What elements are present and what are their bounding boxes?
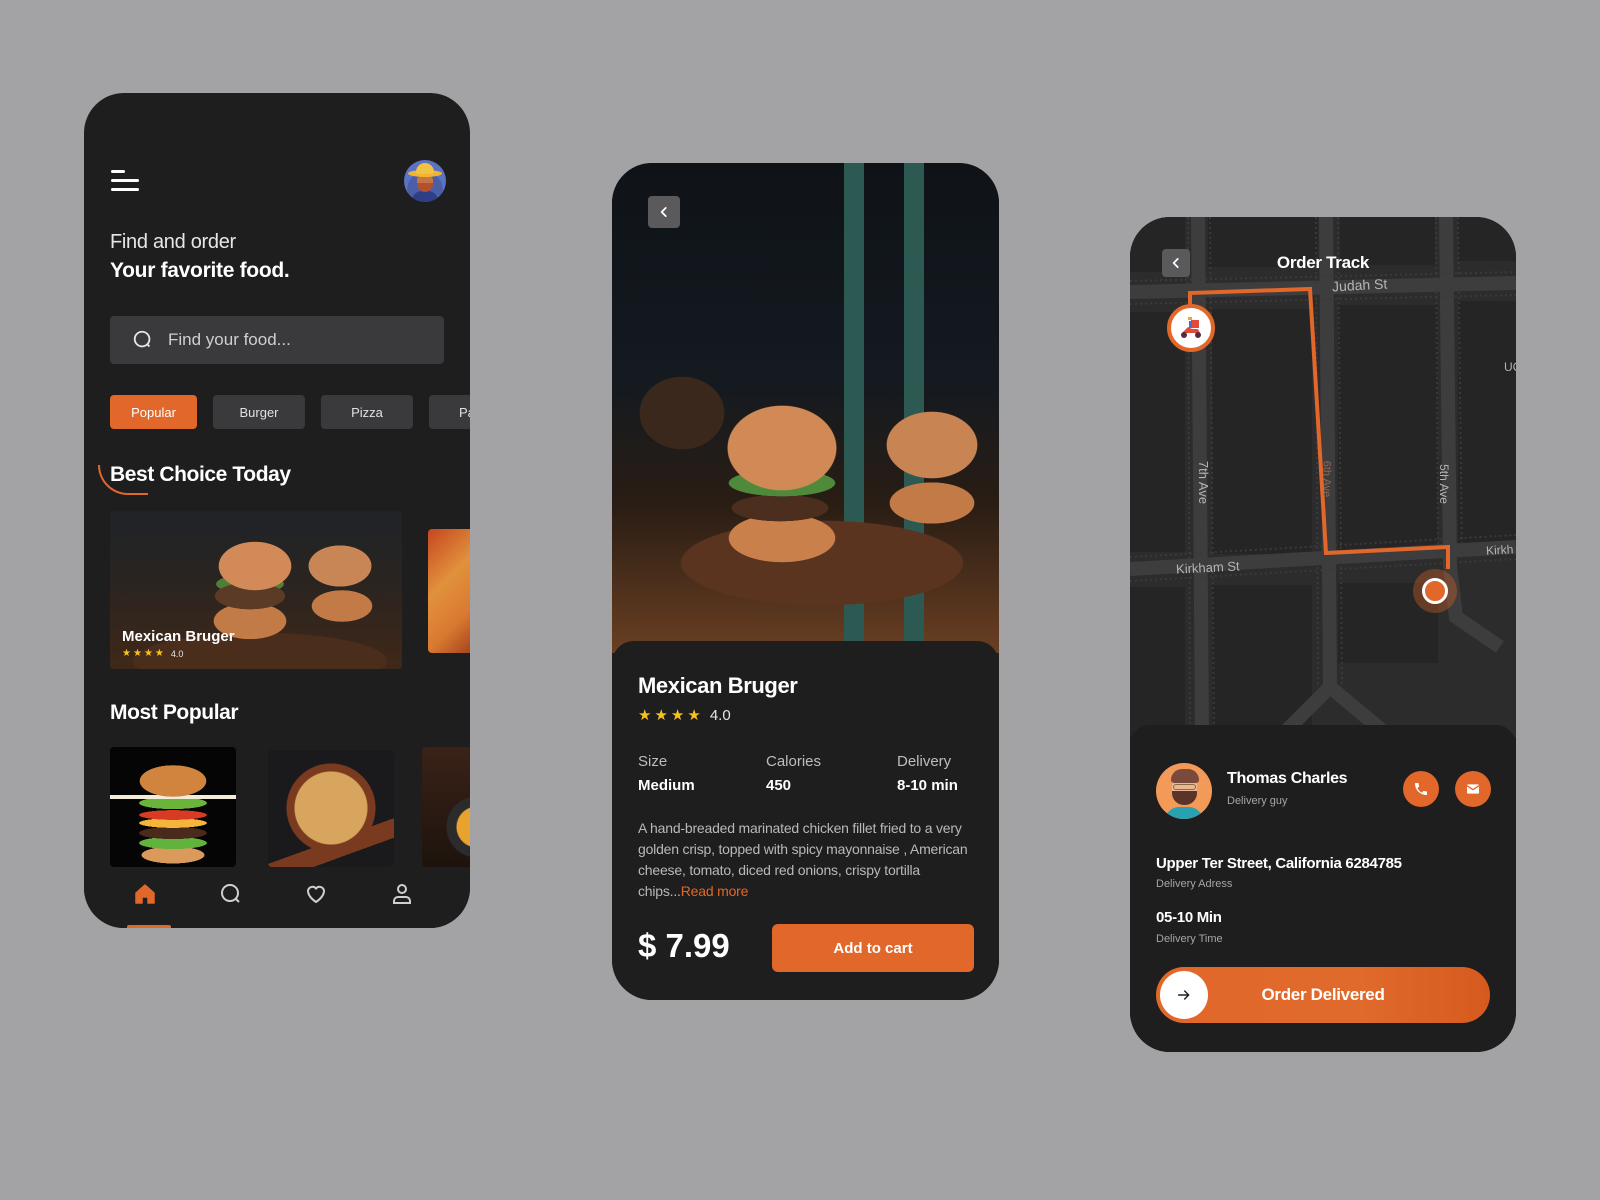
food-photo bbox=[612, 163, 999, 653]
mail-icon bbox=[1466, 784, 1480, 794]
star-icon: ★ bbox=[654, 707, 668, 724]
map-label-7th: 7th Ave bbox=[1196, 460, 1212, 505]
star-icon: ★ bbox=[122, 648, 131, 659]
spec-delivery: Delivery 8-10 min bbox=[897, 753, 958, 794]
food-rating: ★ ★ ★ ★ 4.0 bbox=[638, 707, 731, 724]
map-label-edge: UC bbox=[1504, 360, 1516, 374]
slider-knob[interactable] bbox=[1160, 971, 1208, 1019]
most-popular-title: Most Popular bbox=[110, 701, 239, 724]
arrow-right-icon bbox=[1177, 990, 1190, 1000]
spec-label: Calories bbox=[766, 753, 822, 770]
heart-icon bbox=[306, 885, 326, 904]
category-chip-popular[interactable]: Popular bbox=[110, 395, 197, 429]
add-to-cart-button[interactable]: Add to cart bbox=[772, 924, 974, 972]
delivery-time-label: Delivery Time bbox=[1156, 933, 1223, 945]
search-input[interactable] bbox=[168, 330, 428, 350]
nav-active-indicator bbox=[127, 925, 171, 928]
best-card-rating: ★ ★ ★ ★ 4.0 bbox=[122, 648, 184, 660]
star-icon: ★ bbox=[670, 707, 685, 724]
read-more-link[interactable]: Read more bbox=[681, 883, 749, 899]
nav-home[interactable] bbox=[131, 880, 159, 908]
best-choice-card-next[interactable] bbox=[428, 529, 470, 653]
spec-value: Medium bbox=[638, 777, 695, 794]
search-bar[interactable] bbox=[110, 316, 444, 364]
map-label-edge: Kirkh bbox=[1485, 542, 1514, 558]
chevron-left-icon bbox=[660, 207, 667, 217]
driver-role: Delivery guy bbox=[1227, 795, 1288, 807]
home-screen: Find and order Your favorite food. Popul… bbox=[84, 93, 470, 928]
order-delivered-label: Order Delivered bbox=[1261, 985, 1385, 1004]
phone-icon bbox=[1415, 783, 1427, 795]
map-view[interactable]: Judah St Kirkham St 7th Ave 6th Ave 5th … bbox=[1130, 217, 1516, 737]
spec-label: Size bbox=[638, 753, 668, 770]
star-icon: ★ bbox=[132, 648, 142, 659]
spec-size: Size Medium bbox=[638, 753, 695, 794]
star-icon: ★ bbox=[154, 648, 164, 659]
driver-avatar bbox=[1156, 763, 1212, 819]
order-track-screen: Judah St Kirkham St 7th Ave 6th Ave 5th … bbox=[1130, 217, 1516, 1052]
back-button[interactable] bbox=[648, 196, 680, 228]
user-icon bbox=[393, 884, 411, 904]
food-name: Mexican Bruger bbox=[638, 673, 798, 698]
driver-name: Thomas Charles bbox=[1227, 770, 1348, 787]
message-driver-button[interactable] bbox=[1455, 771, 1491, 807]
delivery-info-sheet: Thomas Charles Delivery guy Upper Ter St… bbox=[1130, 725, 1516, 1052]
best-choice-title: Best Choice Today bbox=[110, 463, 291, 486]
price: $ 7.99 bbox=[638, 927, 730, 964]
delivery-address-label: Delivery Adress bbox=[1156, 878, 1233, 890]
category-chip-pasta[interactable]: Pa bbox=[429, 395, 470, 429]
star-icon: ★ bbox=[143, 648, 153, 659]
map-label-6th: 6th Ave bbox=[1320, 460, 1333, 498]
scooter-icon bbox=[1181, 317, 1201, 338]
call-driver-button[interactable] bbox=[1403, 771, 1439, 807]
hero-title: Your favorite food. bbox=[110, 259, 290, 282]
food-description: A hand-breaded marinated chicken fillet … bbox=[638, 818, 978, 902]
hamburger-menu-icon[interactable] bbox=[111, 170, 139, 192]
detail-screen: Mexican Bruger ★ ★ ★ ★ 4.0 Size Medium C… bbox=[612, 163, 999, 1000]
rider-location-pin[interactable] bbox=[1167, 304, 1215, 352]
nav-profile[interactable] bbox=[388, 880, 416, 908]
popular-item-pizza[interactable] bbox=[268, 750, 394, 867]
delivery-address: Upper Ter Street, California 6284785 bbox=[1156, 855, 1402, 872]
search-icon bbox=[221, 884, 240, 903]
hero-subtitle: Find and order bbox=[110, 231, 236, 253]
best-choice-card[interactable]: Mexican Bruger ★ ★ ★ ★ 4.0 bbox=[110, 511, 402, 669]
nav-search[interactable] bbox=[217, 880, 245, 908]
popular-item-pasta[interactable] bbox=[422, 747, 470, 867]
delivery-time: 05-10 Min bbox=[1156, 909, 1222, 926]
home-icon bbox=[135, 884, 155, 904]
star-icon: ★ bbox=[638, 707, 652, 724]
order-delivered-slider[interactable]: Order Delivered bbox=[1156, 967, 1490, 1023]
destination-pin[interactable] bbox=[1413, 569, 1457, 613]
screen-title: Order Track bbox=[1276, 253, 1370, 272]
bottom-nav bbox=[84, 868, 470, 928]
spec-calories: Calories 450 bbox=[766, 753, 821, 794]
rating-value: 4.0 bbox=[170, 649, 184, 659]
detail-sheet: Mexican Bruger ★ ★ ★ ★ 4.0 Size Medium C… bbox=[612, 641, 999, 1000]
nav-favorites[interactable] bbox=[302, 880, 330, 908]
user-avatar[interactable] bbox=[404, 160, 446, 202]
category-chips: Popular Burger Pizza Pa bbox=[110, 395, 470, 429]
star-icon: ★ bbox=[687, 707, 701, 724]
spec-label: Delivery bbox=[897, 753, 952, 770]
map-label-judah: Judah St bbox=[1331, 275, 1388, 295]
rating-value: 4.0 bbox=[709, 707, 731, 724]
category-chip-pizza[interactable]: Pizza bbox=[321, 395, 413, 429]
map-label-5th: 5th Ave bbox=[1436, 464, 1451, 504]
spec-value: 8-10 min bbox=[897, 777, 958, 794]
category-chip-burger[interactable]: Burger bbox=[213, 395, 305, 429]
popular-item-burger[interactable] bbox=[110, 747, 236, 867]
search-icon bbox=[133, 330, 151, 348]
spec-value: 450 bbox=[766, 777, 792, 794]
best-card-name: Mexican Bruger bbox=[122, 628, 235, 645]
